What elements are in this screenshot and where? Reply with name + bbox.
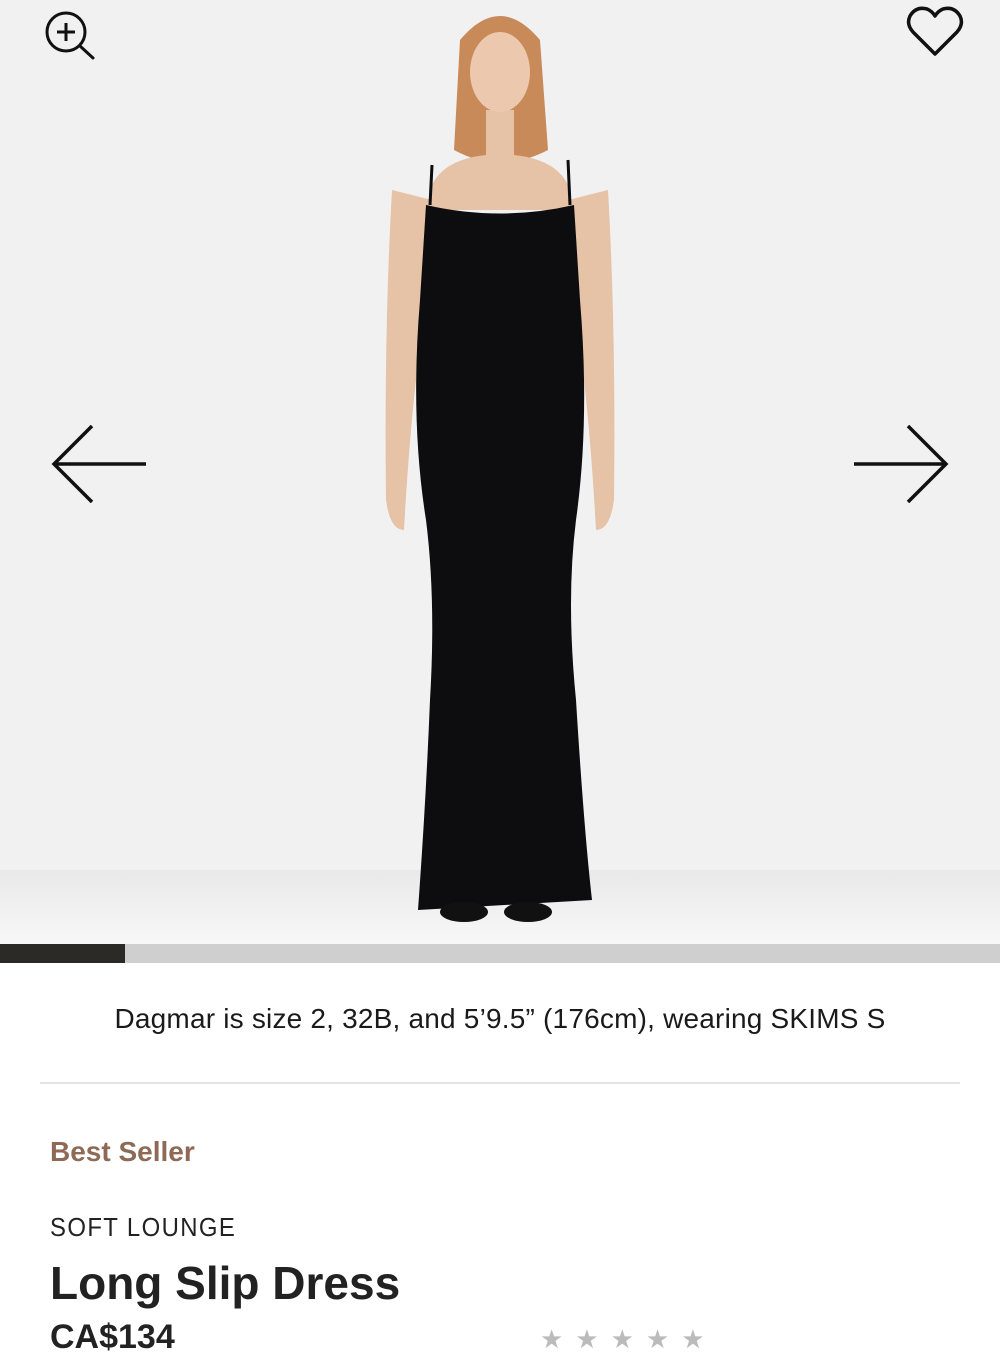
arrow-left-icon[interactable] [44, 420, 154, 510]
arrow-right-icon[interactable] [846, 420, 956, 510]
heart-outline-icon[interactable] [904, 4, 966, 60]
product-title: Long Slip Dress [50, 1257, 401, 1309]
rating-stars[interactable]: ★★★★★ [540, 1324, 717, 1355]
gallery-progress-fill [0, 944, 125, 963]
model-size-info: Dagmar is size 2, 32B, and 5’9.5” (176cm… [114, 1003, 886, 1034]
collection-name[interactable]: SOFT LOUNGE [50, 1212, 236, 1243]
best-seller-badge: Best Seller [50, 1136, 195, 1167]
zoom-in-icon[interactable] [40, 8, 100, 64]
product-price: CA$134 [50, 1318, 175, 1356]
product-photo-model [385, 16, 615, 922]
product-image-gallery[interactable] [0, 0, 1000, 944]
gallery-progress-bar [0, 944, 1000, 963]
divider [40, 1082, 960, 1084]
